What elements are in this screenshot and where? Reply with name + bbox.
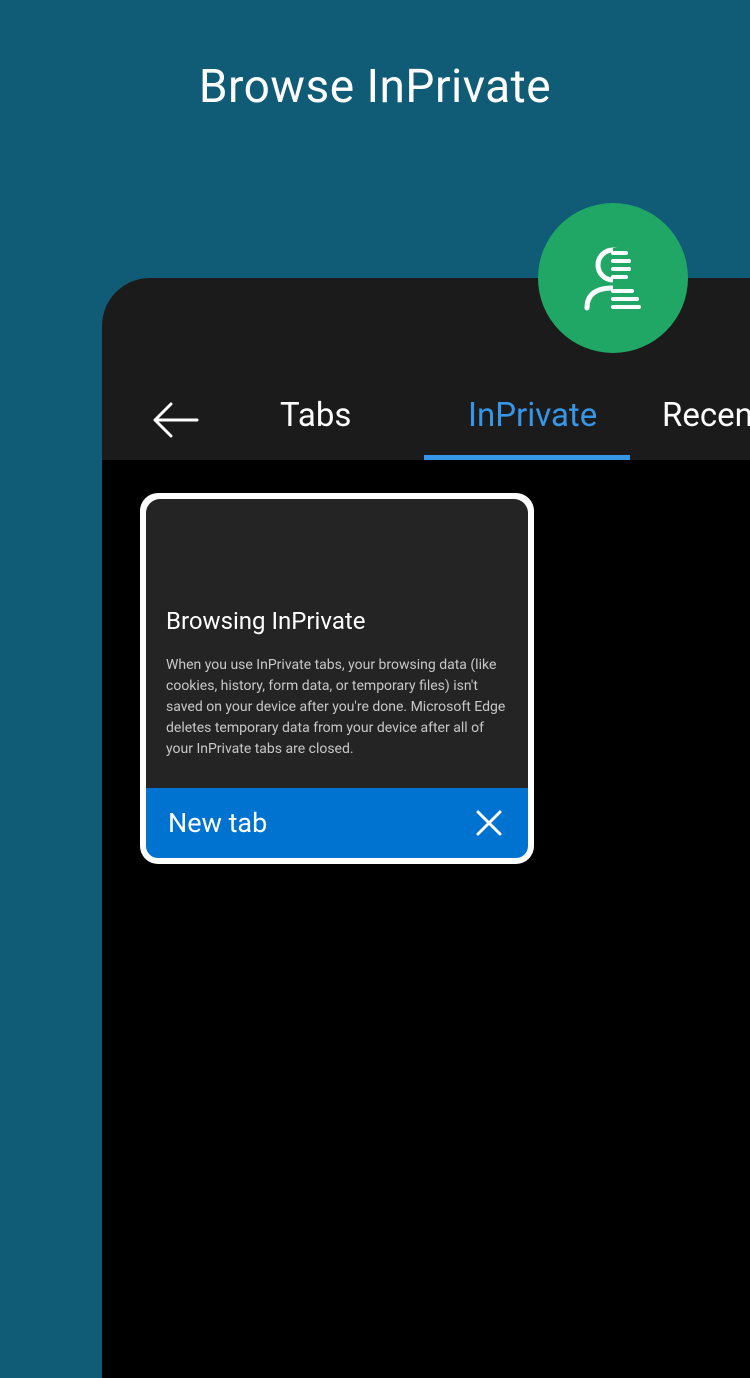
tab-header: Tabs InPrivate Recen [102,386,750,460]
close-icon [476,810,502,836]
tab-recent[interactable]: Recen [662,396,750,435]
tab-card-body: Browsing InPrivate When you use InPrivat… [146,499,528,788]
tab-inprivate[interactable]: InPrivate [468,396,597,435]
tab-content-area: Browsing InPrivate When you use InPrivat… [102,460,750,1378]
promo-headline: Browse InPrivate [0,0,750,114]
tab-card-description: When you use InPrivate tabs, your browsi… [166,655,508,760]
inprivate-avatar-badge [538,203,688,353]
tab-tabs[interactable]: Tabs [280,396,351,435]
phone-frame: Tabs InPrivate Recen Browsing InPrivate … [102,278,750,1378]
tab-card-title: Browsing InPrivate [166,607,508,635]
tab-card-footer: New tab [146,788,528,858]
inprivate-person-icon [577,242,649,314]
back-button[interactable] [150,398,202,442]
close-tab-button[interactable] [472,806,506,840]
inprivate-tab-card[interactable]: Browsing InPrivate When you use InPrivat… [140,493,534,864]
back-arrow-icon [153,402,199,438]
tab-card-footer-label: New tab [168,807,267,839]
